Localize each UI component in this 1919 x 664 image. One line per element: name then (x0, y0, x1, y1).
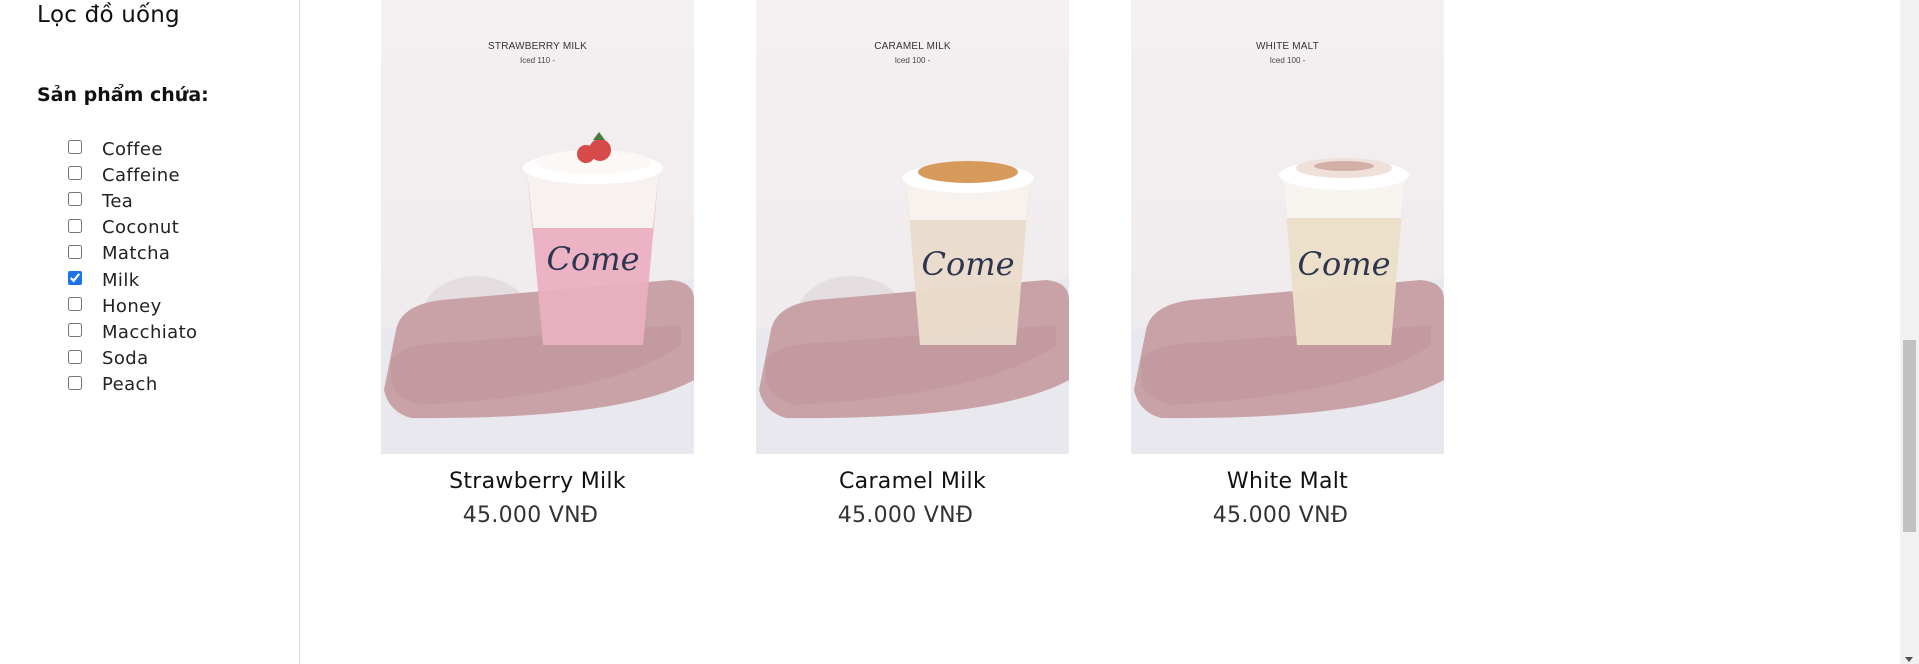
filter-title: Lọc đồ uống (37, 2, 180, 28)
product-image[interactable]: WHITE MALT Iced 100 - Come (1131, 0, 1444, 454)
product-price: 45.000 VNĐ (462, 503, 599, 528)
filter-item-milk: Milk (67, 267, 197, 293)
product-card[interactable]: STRAWBERRY MILK Iced 110 - Come Strawber… (381, 0, 694, 528)
checkbox-honey[interactable] (68, 297, 82, 312)
filter-item-matcha: Matcha (67, 241, 197, 267)
filter-label[interactable]: Caffeine (102, 165, 180, 186)
checkbox-coffee[interactable] (68, 140, 82, 155)
filter-item-caffeine: Caffeine (67, 162, 197, 188)
filter-list: Coffee Caffeine Tea Coconut Matcha Milk … (67, 136, 197, 398)
drink-photo: Come (1131, 158, 1444, 454)
checkbox-coconut[interactable] (68, 218, 82, 233)
checkbox-milk[interactable] (68, 271, 82, 286)
filter-label[interactable]: Soda (102, 348, 149, 369)
cup-logo: Come (1297, 245, 1390, 283)
filter-label[interactable]: Coconut (102, 217, 179, 238)
cup-logo: Come (546, 240, 639, 278)
filter-sidebar: Lọc đồ uống Sản phẩm chứa: Coffee Caffei… (0, 0, 300, 664)
filter-item-coffee: Coffee (67, 136, 197, 162)
product-card[interactable]: CARAMEL MILK Iced 100 - Come Caramel Mil… (756, 0, 1069, 528)
filter-item-coconut: Coconut (67, 215, 197, 241)
product-name[interactable]: Caramel Milk (756, 469, 1069, 494)
product-price: 45.000 VNĐ (837, 503, 974, 528)
filter-label[interactable]: Macchiato (102, 322, 197, 343)
drink-photo: Come (381, 132, 694, 454)
product-price: 45.000 VNĐ (1212, 503, 1349, 528)
product-card[interactable]: WHITE MALT Iced 100 - Come White Malt 45… (1131, 0, 1444, 528)
filter-subtitle: Sản phẩm chứa: (37, 84, 209, 106)
scrollbar-thumb[interactable] (1903, 340, 1916, 532)
product-name[interactable]: White Malt (1131, 469, 1444, 494)
product-image[interactable]: CARAMEL MILK Iced 100 - Come (756, 0, 1069, 454)
drink-photo: Come (756, 161, 1069, 454)
filter-label[interactable]: Milk (102, 270, 140, 291)
filter-item-peach: Peach (67, 372, 197, 398)
product-name[interactable]: Strawberry Milk (381, 469, 694, 494)
filter-item-honey: Honey (67, 293, 197, 319)
vertical-scrollbar[interactable] (1900, 0, 1919, 664)
product-image[interactable]: STRAWBERRY MILK Iced 110 - Come (381, 0, 694, 454)
checkbox-caffeine[interactable] (68, 166, 82, 181)
filter-label[interactable]: Coffee (102, 139, 163, 160)
filter-label[interactable]: Tea (102, 191, 133, 212)
filter-label[interactable]: Honey (102, 296, 162, 317)
checkbox-soda[interactable] (68, 349, 82, 364)
filter-label[interactable]: Matcha (102, 243, 170, 264)
cup-logo: Come (921, 245, 1014, 283)
filter-label[interactable]: Peach (102, 374, 158, 395)
scroll-down-arrow-icon[interactable] (1905, 657, 1913, 662)
checkbox-peach[interactable] (68, 375, 82, 390)
checkbox-macchiato[interactable] (68, 323, 82, 338)
filter-item-soda: Soda (67, 346, 197, 372)
checkbox-matcha[interactable] (68, 244, 82, 259)
checkbox-tea[interactable] (68, 192, 82, 207)
filter-item-macchiato: Macchiato (67, 319, 197, 345)
filter-item-tea: Tea (67, 188, 197, 214)
